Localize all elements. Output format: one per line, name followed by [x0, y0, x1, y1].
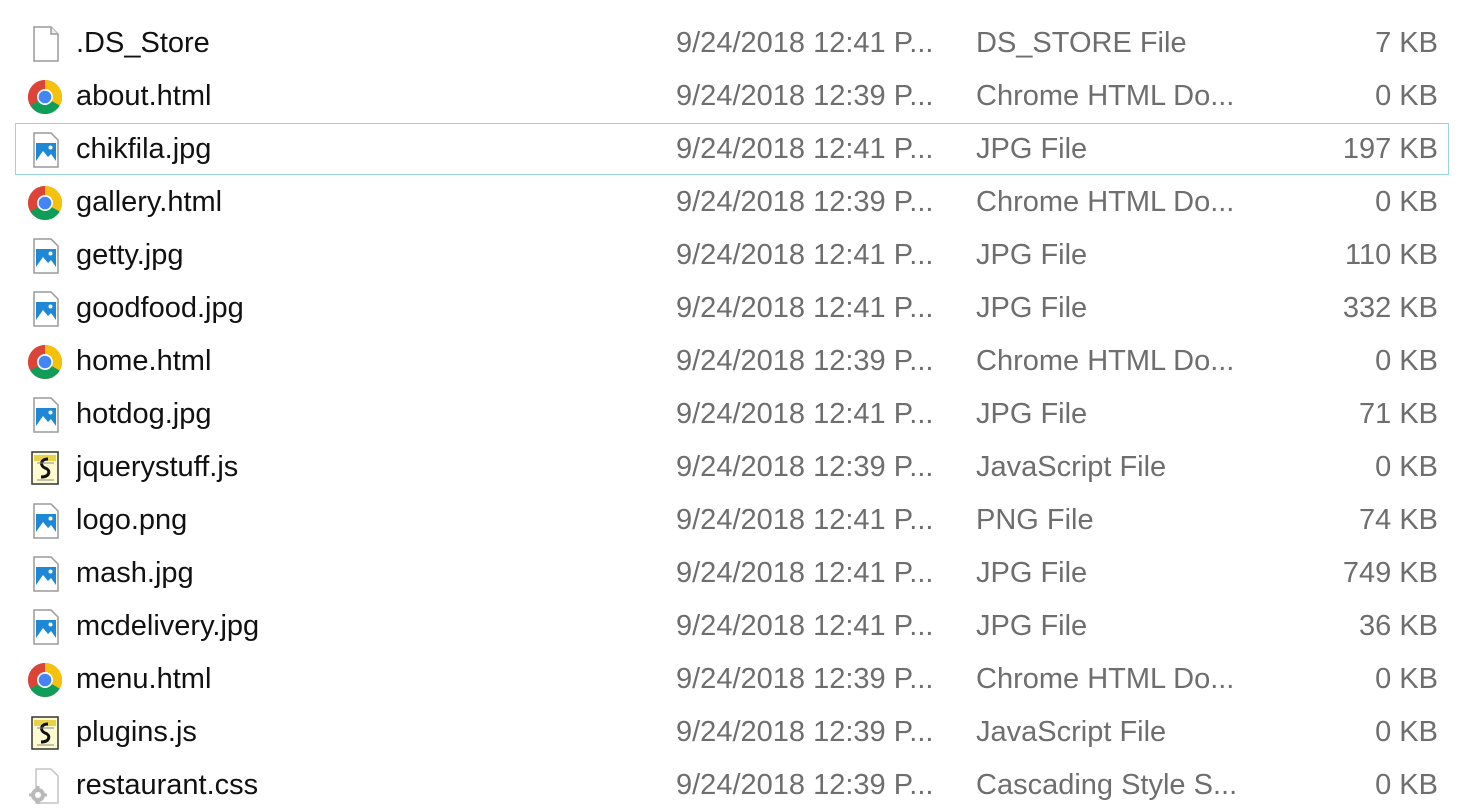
file-list: .DS_Store 9/24/2018 12:41 P... DS_STORE Fi…: [0, 0, 1478, 806]
css-file-icon: [26, 767, 64, 805]
file-type: JPG File: [976, 610, 1088, 642]
file-row[interactable]: home.html 9/24/2018 12:39 P... Chrome HTML…: [15, 335, 1449, 387]
file-row[interactable]: plugins.js 9/24/2018 12:39 P... JavaScript…: [15, 706, 1449, 758]
file-name: mash.jpg: [76, 557, 194, 589]
generic-file-icon: [26, 25, 64, 63]
file-date-modified: 9/24/2018 12:41 P...: [676, 239, 934, 271]
image-file-icon: [26, 396, 64, 434]
file-row[interactable]: mash.jpg 9/24/2018 12:41 P... JPG File 749 …: [15, 547, 1449, 599]
image-file-icon: [26, 555, 64, 593]
javascript-file-icon: [26, 714, 64, 752]
file-size: 0 KB: [1375, 186, 1438, 218]
file-size: 74 KB: [1359, 504, 1438, 536]
file-name: gallery.html: [76, 186, 223, 218]
file-date-modified: 9/24/2018 12:39 P...: [676, 769, 934, 801]
file-type: Cascading Style S...: [976, 769, 1238, 801]
file-date-modified: 9/24/2018 12:39 P...: [676, 186, 934, 218]
file-name: logo.png: [76, 504, 188, 536]
file-name: jquerystuff.js: [76, 451, 239, 483]
file-row[interactable]: menu.html 9/24/2018 12:39 P... Chrome HTML…: [15, 653, 1449, 705]
file-size: 71 KB: [1359, 398, 1438, 430]
file-name: plugins.js: [76, 716, 197, 748]
file-size: 0 KB: [1375, 451, 1438, 483]
file-row[interactable]: mcdelivery.jpg 9/24/2018 12:41 P... JPG Fi…: [15, 600, 1449, 652]
file-size: 0 KB: [1375, 80, 1438, 112]
file-type: Chrome HTML Do...: [976, 186, 1235, 218]
file-type: JPG File: [976, 239, 1088, 271]
file-size: 7 KB: [1375, 27, 1438, 59]
file-row[interactable]: jquerystuff.js 9/24/2018 12:39 P... JavaSc…: [15, 441, 1449, 493]
file-type: Chrome HTML Do...: [976, 663, 1235, 695]
file-row[interactable]: hotdog.jpg 9/24/2018 12:41 P... JPG File 71…: [15, 388, 1449, 440]
file-date-modified: 9/24/2018 12:41 P...: [676, 504, 934, 536]
file-size: 0 KB: [1375, 716, 1438, 748]
javascript-file-icon: [26, 449, 64, 487]
file-type: JavaScript File: [976, 451, 1167, 483]
file-date-modified: 9/24/2018 12:41 P...: [676, 133, 934, 165]
file-name: .DS_Store: [76, 27, 210, 59]
file-size: 110 KB: [1345, 239, 1438, 271]
image-file-icon: [26, 608, 64, 646]
file-row[interactable]: getty.jpg 9/24/2018 12:41 P... JPG File 110…: [15, 229, 1449, 281]
file-size: 36 KB: [1359, 610, 1438, 642]
file-date-modified: 9/24/2018 12:39 P...: [676, 345, 934, 377]
image-file-icon: [26, 502, 64, 540]
file-date-modified: 9/24/2018 12:39 P...: [676, 451, 934, 483]
file-type: PNG File: [976, 504, 1094, 536]
file-row[interactable]: goodfood.jpg 9/24/2018 12:41 P... JPG File…: [15, 282, 1449, 334]
file-type: Chrome HTML Do...: [976, 345, 1235, 377]
file-row[interactable]: restaurant.css 9/24/2018 12:39 P... Cascad…: [15, 759, 1449, 811]
file-date-modified: 9/24/2018 12:41 P...: [676, 27, 934, 59]
file-size: 332 KB: [1342, 292, 1438, 324]
file-name: about.html: [76, 80, 212, 112]
file-row[interactable]: .DS_Store 9/24/2018 12:41 P... DS_STORE Fi…: [15, 17, 1449, 69]
file-date-modified: 9/24/2018 12:41 P...: [676, 398, 934, 430]
chrome-icon: [26, 343, 64, 381]
file-date-modified: 9/24/2018 12:39 P...: [676, 80, 934, 112]
file-row[interactable]: logo.png 9/24/2018 12:41 P... PNG File 74 K…: [15, 494, 1449, 546]
file-size: 197 KB: [1342, 133, 1438, 165]
file-type: JPG File: [976, 292, 1088, 324]
file-type: JPG File: [976, 398, 1088, 430]
file-date-modified: 9/24/2018 12:39 P...: [676, 716, 934, 748]
chrome-icon: [26, 78, 64, 116]
image-file-icon: [26, 237, 64, 275]
file-size: 0 KB: [1375, 663, 1438, 695]
file-row[interactable]: gallery.html 9/24/2018 12:39 P... Chrome H…: [15, 176, 1449, 228]
file-name: restaurant.css: [76, 769, 259, 801]
file-size: 0 KB: [1375, 769, 1438, 801]
chrome-icon: [26, 184, 64, 222]
file-size: 749 KB: [1342, 557, 1438, 589]
file-date-modified: 9/24/2018 12:41 P...: [676, 557, 934, 589]
file-name: goodfood.jpg: [76, 292, 244, 324]
file-name: home.html: [76, 345, 212, 377]
image-file-icon: [26, 131, 64, 169]
chrome-icon: [26, 661, 64, 699]
file-size: 0 KB: [1375, 345, 1438, 377]
file-type: JPG File: [976, 557, 1088, 589]
file-name: chikfila.jpg: [76, 133, 212, 165]
file-date-modified: 9/24/2018 12:39 P...: [676, 663, 934, 695]
file-type: Chrome HTML Do...: [976, 80, 1235, 112]
file-row[interactable]: about.html 9/24/2018 12:39 P... Chrome HTM…: [15, 70, 1449, 122]
file-date-modified: 9/24/2018 12:41 P...: [676, 292, 934, 324]
image-file-icon: [26, 290, 64, 328]
file-name: mcdelivery.jpg: [76, 610, 260, 642]
file-type: JavaScript File: [976, 716, 1167, 748]
file-row[interactable]: chikfila.jpg 9/24/2018 12:41 P... JPG File…: [15, 123, 1449, 175]
file-type: JPG File: [976, 133, 1088, 165]
file-name: menu.html: [76, 663, 212, 695]
file-name: hotdog.jpg: [76, 398, 212, 430]
file-type: DS_STORE File: [976, 27, 1187, 59]
file-date-modified: 9/24/2018 12:41 P...: [676, 610, 934, 642]
file-name: getty.jpg: [76, 239, 184, 271]
